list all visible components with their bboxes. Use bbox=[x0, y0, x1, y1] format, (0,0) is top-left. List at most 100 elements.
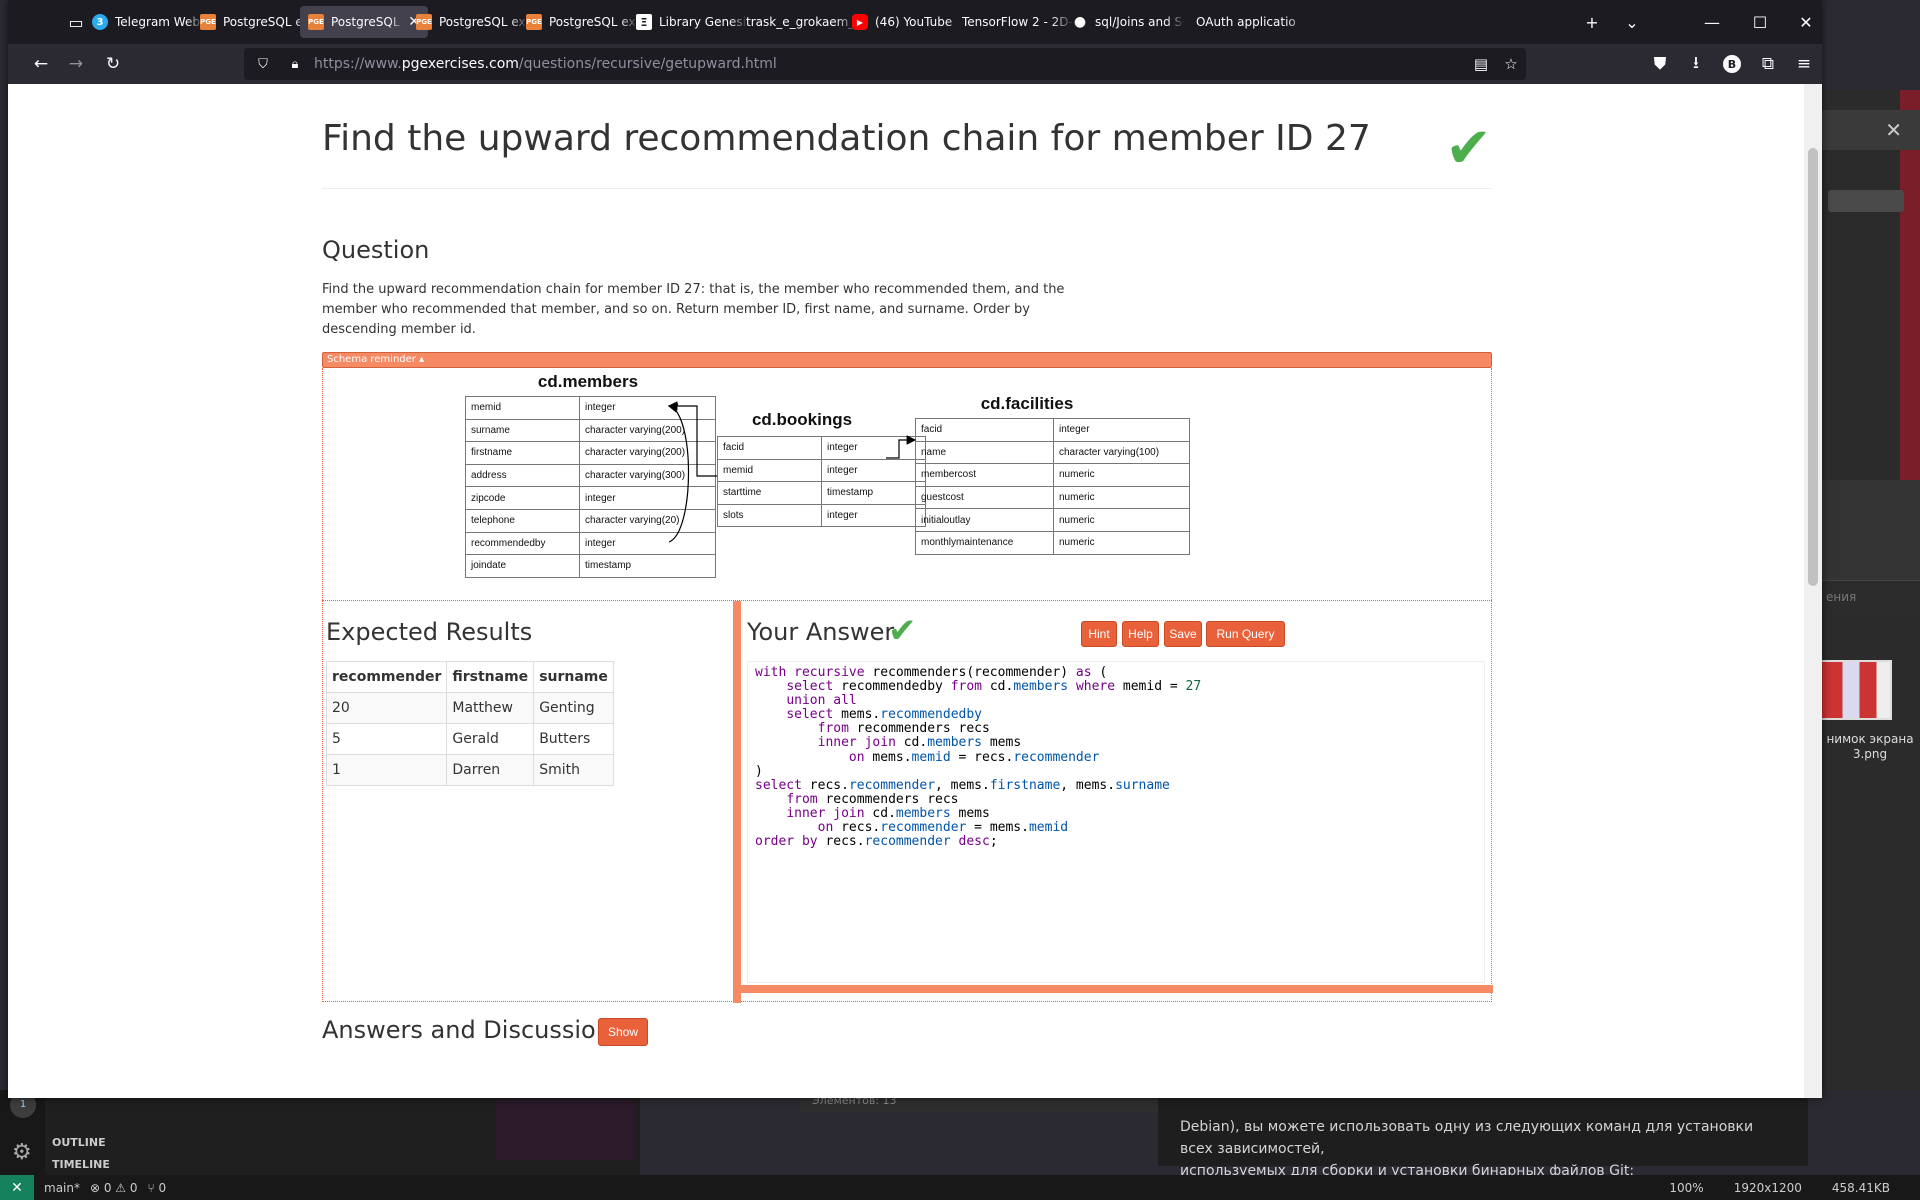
background-window-2 bbox=[1820, 480, 1920, 580]
sql-code[interactable]: with recursive recommenders(recommender)… bbox=[755, 665, 1201, 849]
new-tab-icon[interactable]: + bbox=[1576, 6, 1608, 38]
vscode-timeline-section[interactable]: TIMELINE bbox=[52, 1158, 110, 1171]
url-text[interactable]: https://www.pgexercises.com/questions/re… bbox=[314, 56, 1466, 72]
background-right-windows: ✕ ения нимок экрана 3.png bbox=[1820, 90, 1920, 1090]
tab-title: TensorFlow 2 - 2D-to bbox=[962, 15, 1074, 29]
remote-icon[interactable]: ✕ bbox=[0, 1175, 34, 1200]
close-icon[interactable]: ✕ bbox=[1820, 110, 1920, 150]
tab-title: PostgreSQL exe bbox=[331, 15, 404, 29]
tab-title: trask_e_grokaem_glu bbox=[746, 15, 858, 29]
question-text: Find the upward recommendation chain for… bbox=[322, 282, 1065, 337]
thumbnail-label: нимок экрана 3.png bbox=[1826, 732, 1914, 761]
pocket-icon[interactable]: ⛊ bbox=[1644, 48, 1676, 80]
image-size: 458.41KB bbox=[1831, 1180, 1890, 1195]
url-host: pgexercises.com bbox=[401, 56, 519, 72]
browser-tab[interactable]: ● sql/Joins and Sub bbox=[1064, 6, 1192, 38]
tab-title: PostgreSQL exerc bbox=[223, 15, 312, 29]
table-cell: Butters bbox=[533, 723, 614, 755]
bookings-facid-relation bbox=[886, 435, 917, 459]
menu-hamburger-icon[interactable]: ≡ bbox=[1788, 48, 1820, 80]
problems-count[interactable]: ⊗ 0 ⚠ 0 bbox=[90, 1181, 138, 1195]
tab-title: (46) YouTube bbox=[875, 15, 953, 29]
library-genesis-icon: Ξ bbox=[636, 14, 652, 30]
pgexercises-icon: PGE bbox=[200, 14, 216, 30]
page-scrollbar[interactable] bbox=[1804, 84, 1822, 1098]
forward-icon[interactable]: → bbox=[60, 48, 92, 80]
background-field bbox=[1828, 190, 1904, 212]
back-icon[interactable]: ← bbox=[25, 48, 57, 80]
question-heading: Question bbox=[322, 236, 430, 264]
url-prefix: https://www. bbox=[314, 56, 402, 72]
browser-tab[interactable]: OAuth applicatio bbox=[1188, 6, 1316, 38]
bookings-memid-relation bbox=[667, 401, 717, 477]
tab-bar: ▭ 3Telegram WebPGEPostgreSQL exercPGEPos… bbox=[8, 0, 1822, 44]
background-window bbox=[495, 1100, 635, 1160]
scrollbar-thumb[interactable] bbox=[1808, 148, 1818, 586]
pgexercises-icon: PGE bbox=[308, 14, 324, 30]
zoom-level: 100% bbox=[1669, 1180, 1704, 1195]
github-icon: ● bbox=[1073, 14, 1087, 30]
ports-count[interactable]: ⑂ 0 bbox=[148, 1181, 167, 1195]
table-row: 1 Darren Smith bbox=[325, 754, 614, 786]
list-tabs-chevron-icon[interactable]: ⌄ bbox=[1616, 6, 1648, 38]
browser-tab[interactable]: ▶ (46) YouTube bbox=[844, 6, 972, 38]
reload-icon[interactable]: ↻ bbox=[97, 48, 129, 80]
tab-title: Telegram Web bbox=[115, 15, 200, 29]
page-content: Find the upward recommendation chain for… bbox=[8, 84, 1804, 1098]
hint-button[interactable]: Hint bbox=[1081, 621, 1117, 647]
tab-title: PostgreSQL exerc bbox=[439, 15, 528, 29]
account-avatar[interactable]: B bbox=[1716, 48, 1748, 80]
background-doc-line: Debian), вы можете использовать одну из … bbox=[1180, 1119, 1754, 1157]
browser-tab[interactable]: TensorFlow 2 - 2D-to bbox=[954, 6, 1082, 38]
table-cell: Gerald bbox=[446, 723, 535, 755]
panel-resize-handle[interactable] bbox=[733, 601, 741, 1003]
git-branch[interactable]: main* bbox=[44, 1181, 80, 1195]
bookmark-star-icon[interactable]: ☆ bbox=[1496, 55, 1526, 73]
expected-results-table: recommender firstname surname 20 Matthew Gen… bbox=[325, 661, 614, 786]
solved-check-icon: ✔ bbox=[1445, 116, 1492, 181]
recommendedby-self-relation bbox=[667, 403, 690, 543]
save-button[interactable]: Save bbox=[1164, 621, 1202, 647]
schema-diagram: cd.members memid integer surname character … bbox=[322, 368, 1492, 600]
your-answer-heading: Your Answer bbox=[747, 618, 895, 646]
background-document: Debian), вы можете использовать одну из … bbox=[1158, 1096, 1808, 1179]
extensions-icon[interactable]: ⧉ bbox=[1752, 48, 1784, 80]
close-window-icon[interactable]: ✕ bbox=[1790, 6, 1822, 38]
page-title: Find the upward recommendation chain for… bbox=[322, 118, 1371, 159]
vscode-statusbar: ✕ main* ⊗ 0 ⚠ 0 ⑂ 0 100% 1920x1200 458.4… bbox=[0, 1175, 1920, 1200]
tab-title: Library Genesis bbox=[659, 15, 748, 29]
editor-resize-handle[interactable] bbox=[741, 985, 1493, 993]
tab-title: OAuth applicatio bbox=[1196, 15, 1296, 29]
youtube-icon: ▶ bbox=[852, 14, 868, 30]
vscode-outline-section[interactable]: OUTLINE bbox=[52, 1136, 106, 1149]
url-bar[interactable]: ⛉ 🔒︎ https://www.pgexercises.com/questio… bbox=[244, 48, 1526, 80]
downloads-icon[interactable]: ⭳ bbox=[1680, 48, 1712, 80]
navigation-toolbar: ← → ↻ ⛉ 🔒︎ https://www.pgexercises.com/q… bbox=[8, 44, 1822, 84]
run-query-button[interactable]: Run Query bbox=[1206, 621, 1285, 647]
minimize-icon[interactable]: — bbox=[1696, 6, 1728, 38]
expected-results-heading: Expected Results bbox=[326, 618, 533, 646]
help-button[interactable]: Help bbox=[1122, 621, 1159, 647]
maximize-icon[interactable]: ☐ bbox=[1744, 6, 1776, 38]
table-cell: Genting bbox=[533, 692, 614, 724]
reader-view-icon[interactable]: ▤ bbox=[1466, 55, 1496, 73]
answers-discussion-heading: Answers and Discussion bbox=[322, 1016, 611, 1044]
lock-icon[interactable]: 🔒︎ bbox=[282, 57, 308, 72]
browser-tab[interactable]: PGE PostgreSQL exerc bbox=[408, 6, 536, 38]
answer-correct-check-icon: ✔ bbox=[888, 611, 917, 651]
browser-window: ▭ 3Telegram WebPGEPostgreSQL exercPGEPos… bbox=[8, 0, 1822, 1098]
background-search-field[interactable]: ения bbox=[1820, 580, 1920, 614]
screenshot-thumbnail[interactable] bbox=[1820, 660, 1892, 720]
results-column-header: surname bbox=[533, 661, 614, 693]
workspace-panel: Expected Results recommender firstname sur… bbox=[322, 600, 1493, 1003]
tab-title: PostgreSQL exerc bbox=[549, 15, 638, 29]
settings-gear-icon[interactable]: ⚙ bbox=[12, 1140, 32, 1165]
browser-tab[interactable]: PGE PostgreSQL exerc bbox=[518, 6, 646, 38]
browser-tab[interactable]: Ξ Library Genesis bbox=[628, 6, 756, 38]
show-answers-button[interactable]: Show bbox=[598, 1018, 648, 1046]
schema-reminder-toggle[interactable]: Schema reminder ▴ bbox=[322, 352, 1492, 368]
table-cell: Smith bbox=[533, 754, 614, 786]
tracking-protection-icon[interactable]: ⛉ bbox=[250, 57, 276, 72]
sql-code-editor[interactable]: with recursive recommenders(recommender)… bbox=[747, 661, 1485, 983]
table-row: 5 Gerald Butters bbox=[325, 723, 614, 755]
